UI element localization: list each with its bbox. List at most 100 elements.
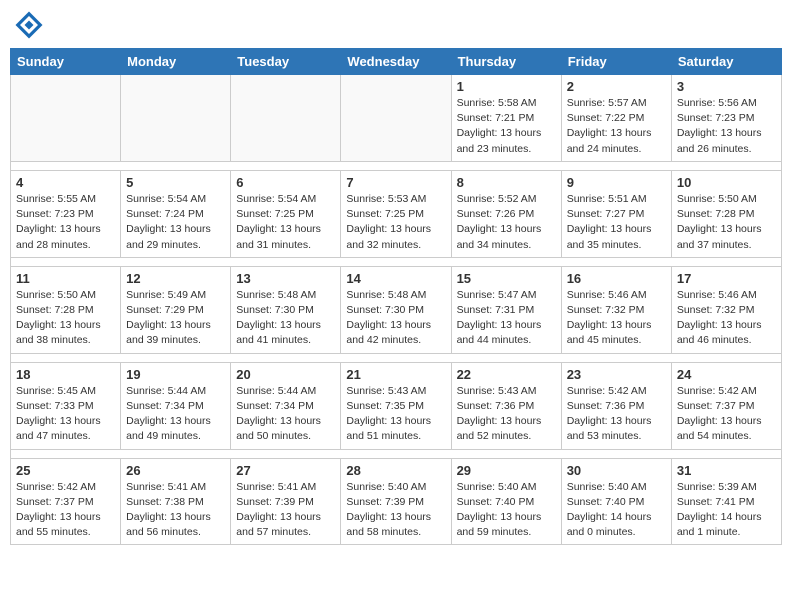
day-number: 6 (236, 175, 335, 190)
day-number: 17 (677, 271, 776, 286)
day-info: Sunrise: 5:41 AM Sunset: 7:39 PM Dayligh… (236, 480, 335, 541)
row-spacer (11, 257, 782, 266)
day-info: Sunrise: 5:44 AM Sunset: 7:34 PM Dayligh… (236, 384, 335, 445)
calendar-cell: 26 Sunrise: 5:41 AM Sunset: 7:38 PM Dayli… (121, 458, 231, 545)
calendar-week-1: 4Sunrise: 5:55 AM Sunset: 7:23 PM Daylig… (11, 170, 782, 257)
day-info: Sunrise: 5:55 AM Sunset: 7:23 PM Dayligh… (16, 192, 115, 253)
header-thursday: Thursday (451, 49, 561, 75)
day-number: 21 (346, 367, 445, 382)
calendar-cell (121, 75, 231, 162)
day-number: 16 (567, 271, 666, 286)
day-number: 8 (457, 175, 556, 190)
day-number: 20 (236, 367, 335, 382)
day-number: 26 (126, 463, 225, 478)
calendar-cell: 10 Sunrise: 5:50 AM Sunset: 7:28 PM Dayli… (671, 170, 781, 257)
day-number: 10 (677, 175, 776, 190)
day-number: 14 (346, 271, 445, 286)
day-info: Sunrise: 5:42 AM Sunset: 7:36 PM Dayligh… (567, 384, 666, 445)
calendar-cell: 28Sunrise: 5:40 AM Sunset: 7:39 PM Dayli… (341, 458, 451, 545)
day-info: Sunrise: 5:43 AM Sunset: 7:36 PM Dayligh… (457, 384, 556, 445)
calendar-cell: 27 Sunrise: 5:41 AM Sunset: 7:39 PM Dayli… (231, 458, 341, 545)
day-number: 3 (677, 79, 776, 94)
day-info: Sunrise: 5:42 AM Sunset: 7:37 PM Dayligh… (16, 480, 115, 541)
header-wednesday: Wednesday (341, 49, 451, 75)
header-saturday: Saturday (671, 49, 781, 75)
day-info: Sunrise: 5:40 AM Sunset: 7:40 PM Dayligh… (457, 480, 556, 541)
day-info: Sunrise: 5:47 AM Sunset: 7:31 PM Dayligh… (457, 288, 556, 349)
day-info: Sunrise: 5:50 AM Sunset: 7:28 PM Dayligh… (677, 192, 776, 253)
header-sunday: Sunday (11, 49, 121, 75)
day-info: Sunrise: 5:43 AM Sunset: 7:35 PM Dayligh… (346, 384, 445, 445)
day-info: Sunrise: 5:46 AM Sunset: 7:32 PM Dayligh… (677, 288, 776, 349)
calendar-cell: 7Sunrise: 5:53 AM Sunset: 7:25 PM Daylig… (341, 170, 451, 257)
day-number: 25 (16, 463, 115, 478)
day-number: 27 (236, 463, 335, 478)
day-info: Sunrise: 5:42 AM Sunset: 7:37 PM Dayligh… (677, 384, 776, 445)
calendar-cell (11, 75, 121, 162)
day-info: Sunrise: 5:40 AM Sunset: 7:40 PM Dayligh… (567, 480, 666, 541)
header-tuesday: Tuesday (231, 49, 341, 75)
calendar-cell: 25 Sunrise: 5:42 AM Sunset: 7:37 PM Dayli… (11, 458, 121, 545)
day-info: Sunrise: 5:39 AM Sunset: 7:41 PM Dayligh… (677, 480, 776, 541)
day-number: 11 (16, 271, 115, 286)
day-info: Sunrise: 5:56 AM Sunset: 7:23 PM Dayligh… (677, 96, 776, 157)
day-number: 9 (567, 175, 666, 190)
calendar-cell (341, 75, 451, 162)
calendar-cell: 24 Sunrise: 5:42 AM Sunset: 7:37 PM Dayli… (671, 362, 781, 449)
day-info: Sunrise: 5:48 AM Sunset: 7:30 PM Dayligh… (236, 288, 335, 349)
day-info: Sunrise: 5:48 AM Sunset: 7:30 PM Dayligh… (346, 288, 445, 349)
day-number: 2 (567, 79, 666, 94)
day-number: 30 (567, 463, 666, 478)
header-monday: Monday (121, 49, 231, 75)
day-info: Sunrise: 5:50 AM Sunset: 7:28 PM Dayligh… (16, 288, 115, 349)
page-header (10, 10, 782, 40)
calendar-cell: 30 Sunrise: 5:40 AM Sunset: 7:40 PM Dayli… (561, 458, 671, 545)
row-spacer (11, 353, 782, 362)
calendar-cell: 2 Sunrise: 5:57 AM Sunset: 7:22 PM Daylig… (561, 75, 671, 162)
day-info: Sunrise: 5:44 AM Sunset: 7:34 PM Dayligh… (126, 384, 225, 445)
calendar-cell: 31 Sunrise: 5:39 AM Sunset: 7:41 PM Dayli… (671, 458, 781, 545)
calendar-cell: 21 Sunrise: 5:43 AM Sunset: 7:35 PM Dayli… (341, 362, 451, 449)
calendar-cell: 22Sunrise: 5:43 AM Sunset: 7:36 PM Dayli… (451, 362, 561, 449)
calendar-cell (231, 75, 341, 162)
day-info: Sunrise: 5:40 AM Sunset: 7:39 PM Dayligh… (346, 480, 445, 541)
calendar-cell: 18Sunrise: 5:45 AM Sunset: 7:33 PM Dayli… (11, 362, 121, 449)
calendar-table: SundayMondayTuesdayWednesdayThursdayFrid… (10, 48, 782, 545)
day-info: Sunrise: 5:54 AM Sunset: 7:25 PM Dayligh… (236, 192, 335, 253)
calendar-cell: 29Sunrise: 5:40 AM Sunset: 7:40 PM Dayli… (451, 458, 561, 545)
calendar-cell: 4Sunrise: 5:55 AM Sunset: 7:23 PM Daylig… (11, 170, 121, 257)
calendar-week-0: 1 Sunrise: 5:58 AM Sunset: 7:21 PM Daylig… (11, 75, 782, 162)
day-number: 12 (126, 271, 225, 286)
day-number: 23 (567, 367, 666, 382)
day-info: Sunrise: 5:49 AM Sunset: 7:29 PM Dayligh… (126, 288, 225, 349)
calendar-cell: 11 Sunrise: 5:50 AM Sunset: 7:28 PM Dayli… (11, 266, 121, 353)
day-info: Sunrise: 5:41 AM Sunset: 7:38 PM Dayligh… (126, 480, 225, 541)
calendar-cell: 14 Sunrise: 5:48 AM Sunset: 7:30 PM Dayli… (341, 266, 451, 353)
day-number: 1 (457, 79, 556, 94)
calendar-cell: 20 Sunrise: 5:44 AM Sunset: 7:34 PM Dayli… (231, 362, 341, 449)
header-friday: Friday (561, 49, 671, 75)
calendar-cell: 23 Sunrise: 5:42 AM Sunset: 7:36 PM Dayli… (561, 362, 671, 449)
day-info: Sunrise: 5:46 AM Sunset: 7:32 PM Dayligh… (567, 288, 666, 349)
calendar-cell: 15Sunrise: 5:47 AM Sunset: 7:31 PM Dayli… (451, 266, 561, 353)
calendar-cell: 12 Sunrise: 5:49 AM Sunset: 7:29 PM Dayli… (121, 266, 231, 353)
day-info: Sunrise: 5:58 AM Sunset: 7:21 PM Dayligh… (457, 96, 556, 157)
day-number: 13 (236, 271, 335, 286)
day-info: Sunrise: 5:57 AM Sunset: 7:22 PM Dayligh… (567, 96, 666, 157)
calendar-week-2: 11 Sunrise: 5:50 AM Sunset: 7:28 PM Dayli… (11, 266, 782, 353)
calendar-cell: 6 Sunrise: 5:54 AM Sunset: 7:25 PM Daylig… (231, 170, 341, 257)
day-info: Sunrise: 5:53 AM Sunset: 7:25 PM Dayligh… (346, 192, 445, 253)
calendar-cell: 3 Sunrise: 5:56 AM Sunset: 7:23 PM Daylig… (671, 75, 781, 162)
logo (14, 10, 48, 40)
day-number: 31 (677, 463, 776, 478)
day-number: 5 (126, 175, 225, 190)
logo-icon (14, 10, 44, 40)
day-number: 24 (677, 367, 776, 382)
calendar-cell: 5Sunrise: 5:54 AM Sunset: 7:24 PM Daylig… (121, 170, 231, 257)
calendar-cell: 13 Sunrise: 5:48 AM Sunset: 7:30 PM Dayli… (231, 266, 341, 353)
day-number: 18 (16, 367, 115, 382)
calendar-cell: 1 Sunrise: 5:58 AM Sunset: 7:21 PM Daylig… (451, 75, 561, 162)
day-info: Sunrise: 5:52 AM Sunset: 7:26 PM Dayligh… (457, 192, 556, 253)
calendar-week-3: 18Sunrise: 5:45 AM Sunset: 7:33 PM Dayli… (11, 362, 782, 449)
row-spacer (11, 449, 782, 458)
